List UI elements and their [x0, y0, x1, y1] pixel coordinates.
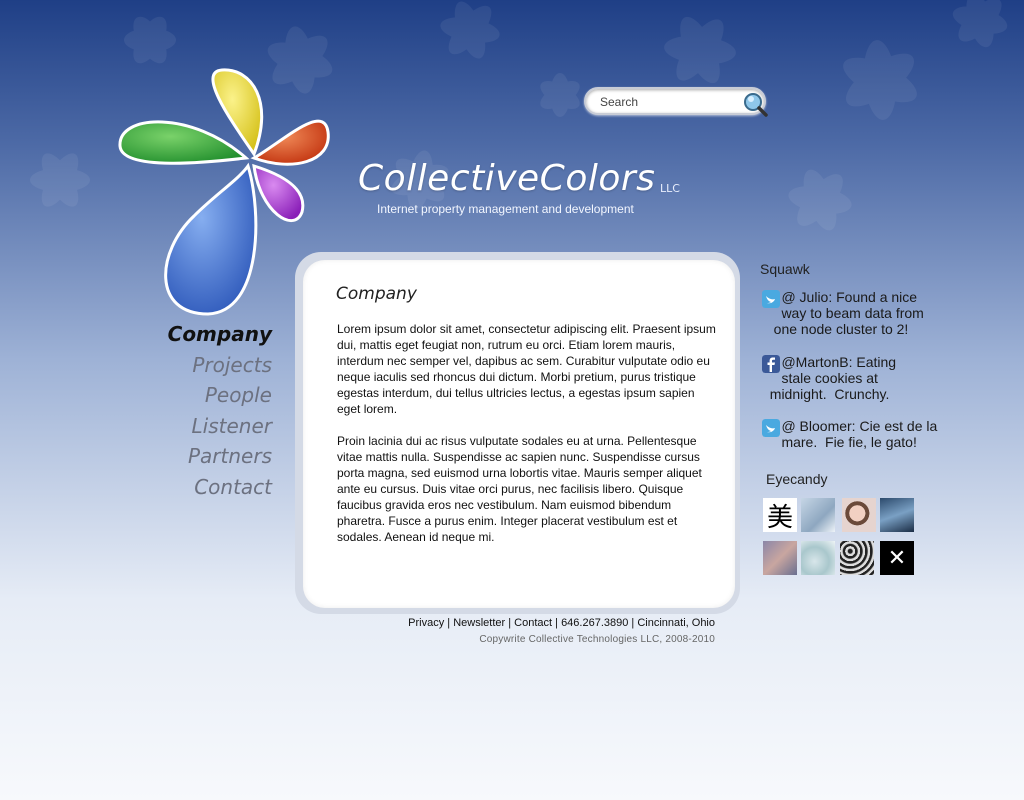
eyecandy-thumbnail[interactable] [880, 498, 914, 532]
nav-item-projects[interactable]: Projects [120, 353, 272, 384]
eyecandy-thumbnail[interactable] [763, 541, 797, 575]
nav-item-partners[interactable]: Partners [120, 444, 272, 475]
eyecandy-thumbnail[interactable]: ✕ [880, 541, 914, 575]
tweet-text: @ Julio: Found a nice way to beam data f… [773, 289, 924, 337]
footer-links: Privacy | Newsletter | Contact | 646.267… [408, 617, 715, 629]
tweet-item[interactable]: @ Bloomer: Cie est de la mare. Fie fie, … [762, 418, 962, 450]
squawk-heading: Squawk [760, 261, 810, 277]
footer-privacy-link[interactable]: Privacy [408, 617, 444, 629]
brand-suffix: LLC [660, 182, 680, 195]
eyecandy-thumbnail[interactable] [842, 498, 876, 532]
twitter-icon [762, 290, 780, 308]
search-input[interactable] [600, 94, 740, 110]
nav-item-company[interactable]: Company [120, 322, 272, 353]
twitter-icon [762, 419, 780, 437]
eyecandy-thumbnail[interactable]: 美 [763, 498, 797, 532]
search-box [584, 87, 768, 117]
copyright: Copywrite Collective Technologies LLC, 2… [479, 634, 715, 645]
facebook-icon [762, 355, 780, 373]
footer-contact-link[interactable]: Contact [514, 617, 552, 629]
nav-item-people[interactable]: People [120, 383, 272, 414]
content-paragraph-1: Lorem ipsum dolor sit amet, consectetur … [337, 322, 716, 416]
brand: CollectiveColors LLC [358, 158, 680, 199]
eyecandy-thumbnail[interactable] [801, 541, 835, 575]
main-nav: Company Projects People Listener Partner… [120, 322, 272, 505]
eyecandy-thumbnail[interactable] [801, 498, 835, 532]
search-icon[interactable] [742, 91, 770, 119]
eyecandy-heading: Eyecandy [766, 471, 828, 487]
tagline: Internet property management and develop… [377, 202, 634, 216]
footer-location: Cincinnati, Ohio [637, 617, 715, 629]
footer-newsletter-link[interactable]: Newsletter [453, 617, 505, 629]
tweet-text: @ Bloomer: Cie est de la mare. Fie fie, … [781, 418, 938, 450]
content-paragraph-2: Proin lacinia dui ac risus vulputate sod… [337, 434, 702, 544]
content-title: Company [336, 284, 417, 304]
brand-name: CollectiveColors [358, 158, 656, 199]
footer-phone: 646.267.3890 [561, 617, 629, 629]
nav-item-listener[interactable]: Listener [120, 414, 272, 445]
tweet-item[interactable]: @ Julio: Found a nice way to beam data f… [762, 289, 962, 337]
tweet-item[interactable]: @MartonB: Eating stale cookies at midnig… [762, 354, 962, 402]
tweet-text: @MartonB: Eating stale cookies at midnig… [769, 354, 897, 402]
nav-item-contact[interactable]: Contact [120, 475, 272, 506]
eyecandy-thumbnail[interactable] [840, 541, 874, 575]
